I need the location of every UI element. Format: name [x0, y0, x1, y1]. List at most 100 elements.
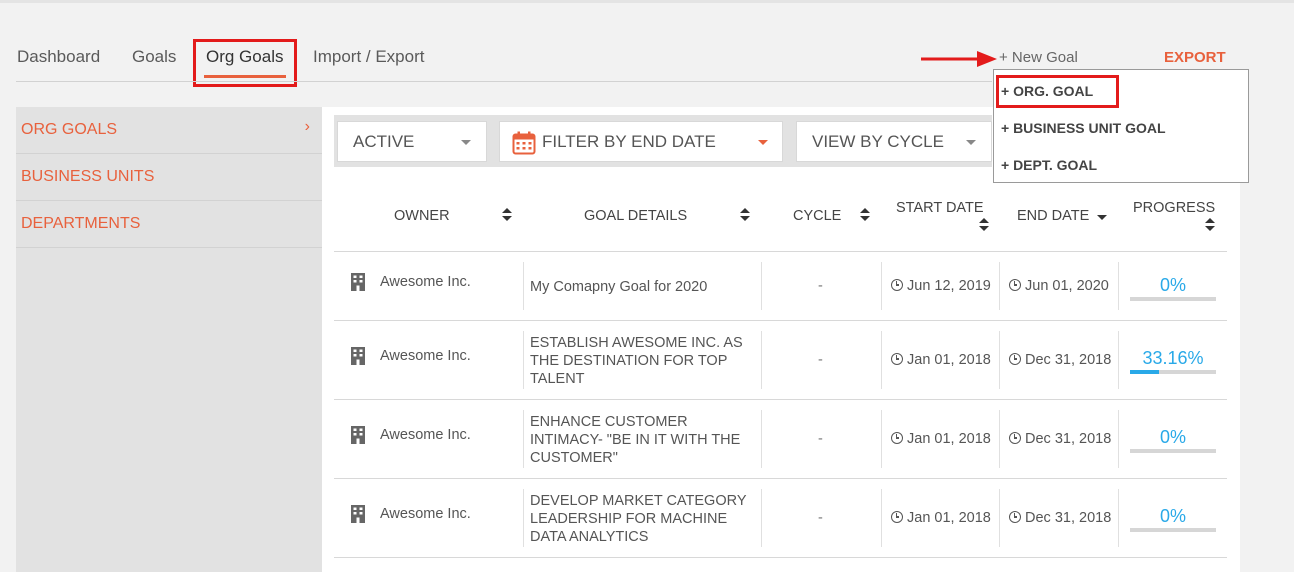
owner-name: Awesome Inc. — [380, 274, 471, 290]
chevron-down-icon — [461, 140, 471, 145]
tab-dashboard[interactable]: Dashboard — [17, 47, 100, 67]
sidebar-item-label: BUSINESS UNITS — [21, 168, 155, 185]
tab-goals[interactable]: Goals — [132, 47, 176, 67]
column-header-cycle[interactable]: CYCLE — [793, 208, 841, 224]
cell-divider — [523, 410, 524, 468]
progress-bar — [1130, 449, 1216, 453]
progress-bar — [1130, 528, 1216, 532]
goal-title-link[interactable]: ESTABLISH AWESOME INC. AS THE DESTINATIO… — [530, 334, 754, 388]
sort-icon[interactable] — [860, 208, 870, 222]
sidebar-item-org-goals[interactable]: ORG GOALS › — [16, 107, 322, 154]
column-header-goal-details[interactable]: GOAL DETAILS — [584, 208, 687, 224]
end-date-filter-select[interactable]: FILTER BY END DATE — [499, 121, 783, 162]
cell-divider — [1118, 410, 1119, 468]
cell-divider — [881, 489, 882, 547]
clock-icon — [1009, 279, 1021, 291]
end-date: Dec 31, 2018 — [1009, 352, 1111, 368]
top-border — [0, 0, 1294, 3]
owner-name: Awesome Inc. — [380, 348, 471, 364]
progress-percent: 0% — [1159, 275, 1186, 295]
clock-icon — [1009, 432, 1021, 444]
cell-divider — [999, 489, 1000, 547]
cycle-filter-value: VIEW BY CYCLE — [812, 132, 944, 151]
end-date-filter-value: FILTER BY END DATE — [542, 132, 716, 151]
cell-divider — [881, 331, 882, 389]
cell-divider — [1118, 331, 1119, 389]
chevron-down-icon — [758, 140, 768, 145]
cycle-value: - — [818, 510, 823, 526]
progress-bar-fill — [1130, 370, 1159, 374]
cell-divider — [1118, 489, 1119, 547]
clock-icon — [891, 511, 903, 523]
end-date: Dec 31, 2018 — [1009, 510, 1111, 526]
clock-icon — [1009, 511, 1021, 523]
sort-icon[interactable] — [502, 208, 512, 222]
menu-item-business-unit-goal[interactable]: + BUSINESS UNIT GOAL — [1001, 120, 1166, 136]
owner-name: Awesome Inc. — [380, 427, 471, 443]
cycle-value: - — [818, 352, 823, 368]
new-goal-button[interactable]: + New Goal — [999, 49, 1078, 66]
sidebar: ORG GOALS › BUSINESS UNITS DEPARTMENTS — [16, 107, 322, 572]
tab-import-export[interactable]: Import / Export — [313, 47, 424, 67]
cell-divider — [761, 489, 762, 547]
sort-icon[interactable] — [1205, 218, 1215, 232]
building-icon — [351, 426, 365, 444]
sort-icon[interactable] — [740, 208, 750, 222]
clock-icon — [891, 279, 903, 291]
cell-divider — [999, 410, 1000, 468]
cycle-value: - — [818, 431, 823, 447]
progress-percent: 0% — [1159, 427, 1186, 447]
cell-divider — [1118, 262, 1119, 310]
clock-icon — [891, 353, 903, 365]
chevron-right-icon: › — [304, 118, 310, 135]
new-goal-menu: + ORG. GOAL + BUSINESS UNIT GOAL + DEPT.… — [993, 69, 1249, 183]
table-row[interactable]: Awesome Inc. DEVELOP MARKET CATEGORY LEA… — [334, 479, 1227, 558]
goal-title-link[interactable]: My Comapny Goal for 2020 — [530, 278, 754, 296]
end-date: Dec 31, 2018 — [1009, 431, 1111, 447]
start-date: Jun 12, 2019 — [891, 278, 991, 294]
cell-divider — [523, 489, 524, 547]
export-button[interactable]: EXPORT — [1164, 49, 1226, 66]
progress-bar — [1130, 370, 1216, 374]
cycle-filter-select[interactable]: VIEW BY CYCLE — [796, 121, 992, 162]
building-icon — [351, 505, 365, 523]
table-row[interactable]: Awesome Inc. ENHANCE CUSTOMER INTIMACY- … — [334, 400, 1227, 479]
sidebar-item-label: DEPARTMENTS — [21, 215, 141, 232]
cell-divider — [881, 262, 882, 310]
column-header-start-date[interactable]: START DATE — [896, 200, 984, 216]
sort-descending-icon[interactable] — [1097, 215, 1107, 220]
status-filter-select[interactable]: ACTIVE — [337, 121, 487, 162]
owner-name: Awesome Inc. — [380, 506, 471, 522]
column-header-progress[interactable]: PROGRESS — [1133, 200, 1215, 216]
calendar-icon — [512, 131, 536, 155]
cell-divider — [999, 331, 1000, 389]
menu-item-org-goal[interactable]: + ORG. GOAL — [1001, 83, 1093, 99]
building-icon — [351, 347, 365, 365]
goal-title-link[interactable]: DEVELOP MARKET CATEGORY LEADERSHIP FOR M… — [530, 492, 754, 546]
menu-item-dept-goal[interactable]: + DEPT. GOAL — [1001, 157, 1097, 173]
cycle-value: - — [818, 278, 823, 294]
chevron-down-icon — [966, 140, 976, 145]
tab-highlight-box — [193, 39, 297, 87]
sidebar-item-label: ORG GOALS — [21, 121, 118, 138]
sidebar-item-departments[interactable]: DEPARTMENTS — [16, 201, 322, 248]
table-row[interactable]: Awesome Inc. My Comapny Goal for 2020 - … — [334, 252, 1227, 321]
column-header-end-date[interactable]: END DATE — [1017, 208, 1089, 224]
building-icon — [351, 273, 365, 291]
cell-divider — [761, 410, 762, 468]
progress-percent: 0% — [1159, 506, 1186, 526]
cell-divider — [761, 331, 762, 389]
cell-divider — [761, 262, 762, 310]
progress-bar — [1130, 297, 1216, 301]
tabs-divider — [16, 81, 992, 82]
clock-icon — [891, 432, 903, 444]
table-row[interactable]: Awesome Inc. ESTABLISH AWESOME INC. AS T… — [334, 321, 1227, 400]
sort-icon[interactable] — [979, 218, 989, 232]
sidebar-item-business-units[interactable]: BUSINESS UNITS — [16, 154, 322, 201]
goal-title-link[interactable]: ENHANCE CUSTOMER INTIMACY- "BE IN IT WIT… — [530, 413, 754, 467]
start-date: Jan 01, 2018 — [891, 431, 991, 447]
red-right-arrow-icon — [921, 51, 997, 67]
column-header-owner[interactable]: OWNER — [394, 208, 450, 224]
cell-divider — [999, 262, 1000, 310]
cell-divider — [881, 410, 882, 468]
